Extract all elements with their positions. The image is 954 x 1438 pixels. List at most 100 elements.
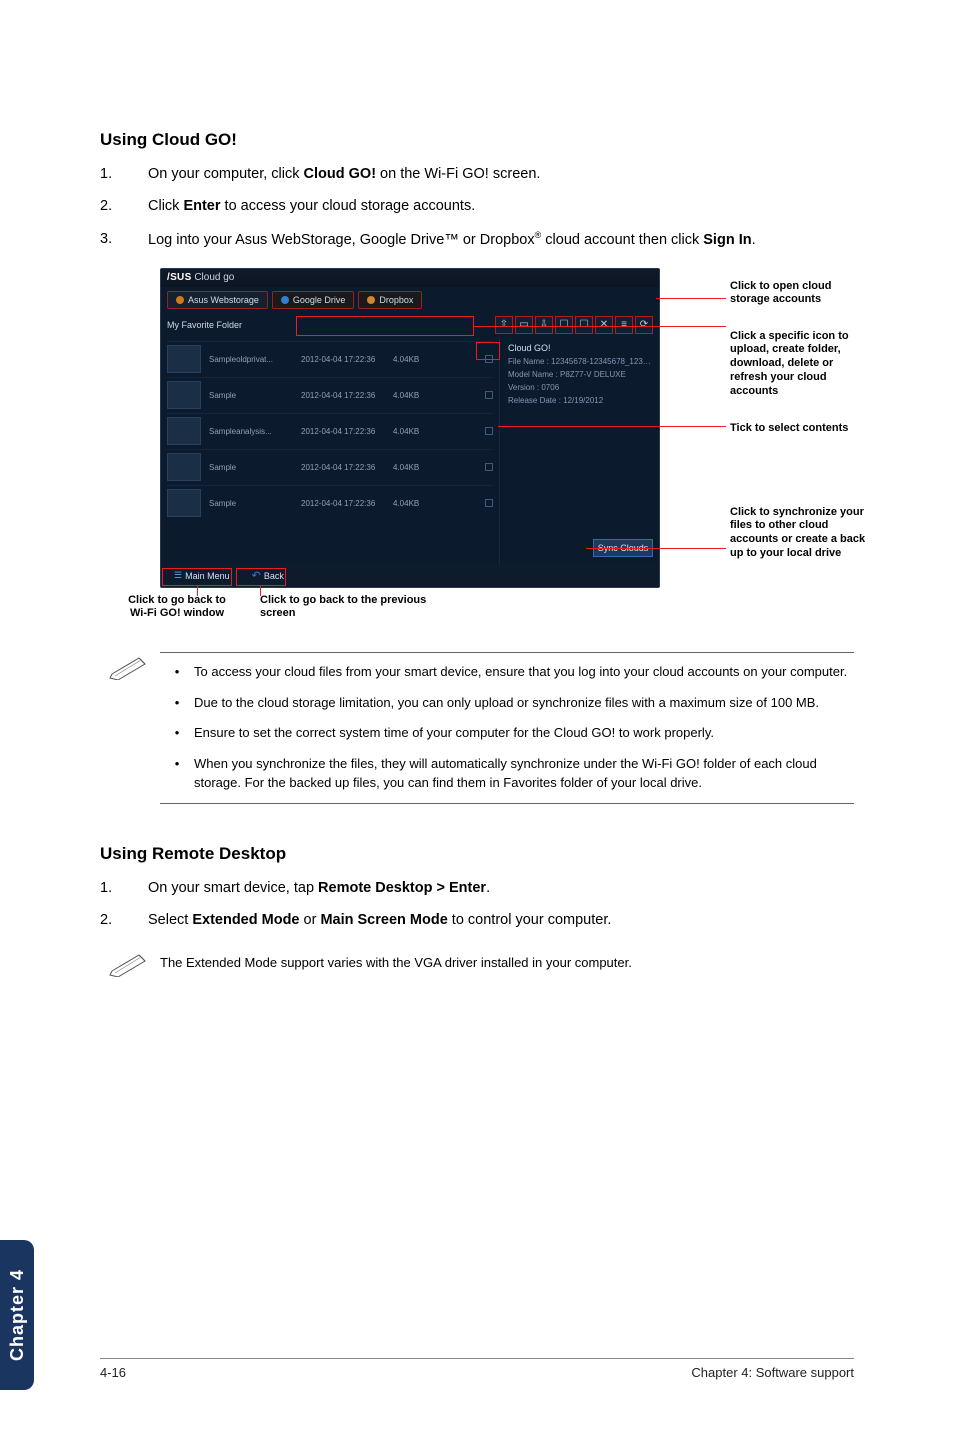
step-text: Click Enter to access your cloud storage… xyxy=(148,196,854,216)
info-line: File Name : 12345678-12345678_12345678 xyxy=(508,357,651,366)
callout-mainmenu: Click to go back to Wi-Fi GO! window xyxy=(122,594,232,622)
chapter-side-label: Chapter 4 xyxy=(7,1269,28,1361)
table-row[interactable]: Sampleanalysis... 2012-04-04 17:22:36 4.… xyxy=(167,413,493,449)
sync-clouds-button[interactable]: Sync Clouds xyxy=(593,539,653,557)
google-drive-icon xyxy=(281,296,289,304)
step-1-rd: 1. On your smart device, tap Remote Desk… xyxy=(100,878,854,898)
text: . xyxy=(486,880,490,896)
info-line: Release Date : 12/19/2012 xyxy=(508,396,651,405)
page-number: 4-16 xyxy=(100,1365,126,1380)
file-name: Sampleoldprivat... xyxy=(209,355,293,364)
cloud-tabs: Asus Webstorage Google Drive Dropbox xyxy=(161,287,659,313)
file-date: 2012-04-04 17:22:36 xyxy=(301,499,385,508)
note-text: To access your cloud files from your sma… xyxy=(194,663,854,682)
pencil-icon xyxy=(109,654,151,680)
annotation-line xyxy=(656,298,726,299)
callout-tick: Tick to select contents xyxy=(730,422,850,436)
text: Click xyxy=(148,198,183,214)
file-size: 4.04KB xyxy=(393,499,477,508)
refresh-icon[interactable]: ⟳ xyxy=(635,316,653,334)
callout-prev: Click to go back to the previous screen xyxy=(260,594,440,622)
step-text: On your smart device, tap Remote Desktop… xyxy=(148,878,854,898)
file-date: 2012-04-04 17:22:36 xyxy=(301,463,385,472)
table-row[interactable]: Sampleoldprivat... 2012-04-04 17:22:36 4… xyxy=(167,341,493,377)
table-row[interactable]: Sample 2012-04-04 17:22:36 4.04KB xyxy=(167,485,493,521)
note-text: Due to the cloud storage limitation, you… xyxy=(194,694,854,713)
chapter-title: Chapter 4: Software support xyxy=(691,1365,854,1380)
info-line: Model Name : P8Z77-V DELUXE xyxy=(508,370,651,379)
note-item: •When you synchronize the files, they wi… xyxy=(160,755,854,793)
step-number: 2. xyxy=(100,196,148,216)
note-item: •Due to the cloud storage limitation, yo… xyxy=(160,694,854,713)
text: to access your cloud storage accounts. xyxy=(221,198,476,214)
move-icon[interactable]: ☐ xyxy=(575,316,593,334)
text: Select xyxy=(148,912,192,928)
main-menu-button[interactable]: ☰ Main Menu xyxy=(167,567,237,584)
step-number: 1. xyxy=(100,164,148,184)
delete-icon[interactable]: ✕ xyxy=(595,316,613,334)
table-row[interactable]: Sample 2012-04-04 17:22:36 4.04KB xyxy=(167,377,493,413)
file-checkbox[interactable] xyxy=(485,391,493,399)
bullet: • xyxy=(160,724,194,743)
table-row[interactable]: Sample 2012-04-04 17:22:36 4.04KB xyxy=(167,449,493,485)
bold-text: Enter xyxy=(183,198,220,214)
steps-list-cloud-go: 1. On your computer, click Cloud GO! on … xyxy=(100,164,854,250)
file-date: 2012-04-04 17:22:36 xyxy=(301,355,385,364)
upload-icon[interactable]: ⇧ xyxy=(495,316,513,334)
file-list: Sampleoldprivat... 2012-04-04 17:22:36 4… xyxy=(161,337,499,565)
file-name: Sample xyxy=(209,391,293,400)
copy-icon[interactable]: ☐ xyxy=(555,316,573,334)
toolbar: My Favorite Folder ⇧ ▭ ⇩ ☐ ☐ ✕ ≡ ⟳ xyxy=(161,313,659,337)
tab-dropbox[interactable]: Dropbox xyxy=(358,291,422,309)
note-text-single: The Extended Mode support varies with th… xyxy=(160,949,854,977)
file-checkbox[interactable] xyxy=(485,355,493,363)
step-number: 1. xyxy=(100,878,148,898)
note-body: • To access your cloud files from your sm… xyxy=(160,652,854,804)
steps-list-remote-desktop: 1. On your smart device, tap Remote Desk… xyxy=(100,878,854,931)
download-icon[interactable]: ⇩ xyxy=(535,316,553,334)
file-checkbox[interactable] xyxy=(485,463,493,471)
file-date: 2012-04-04 17:22:36 xyxy=(301,427,385,436)
file-thumbnail xyxy=(167,345,201,373)
note-block-remote-desktop: The Extended Mode support varies with th… xyxy=(100,949,854,977)
step-2-rd: 2. Select Extended Mode or Main Screen M… xyxy=(100,910,854,930)
titlebar: /SUS Cloud go xyxy=(161,269,659,287)
note-text: When you synchronize the files, they wil… xyxy=(194,755,854,793)
tab-label: Google Drive xyxy=(293,295,346,305)
note-block-cloud-go: • To access your cloud files from your sm… xyxy=(100,652,854,804)
file-size: 4.04KB xyxy=(393,427,477,436)
bold-text: Extended Mode xyxy=(192,912,299,928)
file-thumbnail xyxy=(167,381,201,409)
title-text: Cloud go xyxy=(194,272,234,283)
select-all-icon[interactable]: ≡ xyxy=(615,316,633,334)
file-checkbox[interactable] xyxy=(485,427,493,435)
text: or xyxy=(300,912,321,928)
bold-text: Cloud GO! xyxy=(304,166,377,182)
tab-asus-webstorage[interactable]: Asus Webstorage xyxy=(167,291,268,309)
file-checkbox[interactable] xyxy=(485,499,493,507)
bold-text: Sign In xyxy=(703,231,751,247)
menu-icon: ☰ xyxy=(174,570,182,581)
file-size: 4.04KB xyxy=(393,391,477,400)
callout-toolbar: Click a specific icon to upload, create … xyxy=(730,330,870,399)
section-heading-cloud-go: Using Cloud GO! xyxy=(100,130,854,150)
note-icon-area xyxy=(100,949,160,977)
note-icon-area xyxy=(100,652,160,804)
file-thumbnail xyxy=(167,453,201,481)
file-name: Sampleanalysis... xyxy=(209,427,293,436)
file-size: 4.04KB xyxy=(393,355,477,364)
step-text: Log into your Asus WebStorage, Google Dr… xyxy=(148,229,854,250)
step-3: 3. Log into your Asus WebStorage, Google… xyxy=(100,229,854,250)
step-2: 2. Click Enter to access your cloud stor… xyxy=(100,196,854,216)
cloud-go-figure: /SUS Cloud go Asus Webstorage Google Dri… xyxy=(100,268,860,628)
tab-google-drive[interactable]: Google Drive xyxy=(272,291,355,309)
bottombar: ☰ Main Menu ↶ Back xyxy=(161,565,659,587)
file-size: 4.04KB xyxy=(393,463,477,472)
text: On your computer, click xyxy=(148,166,304,182)
back-button[interactable]: ↶ Back xyxy=(245,566,291,585)
tab-label: Dropbox xyxy=(379,295,413,305)
bullet: • xyxy=(160,755,194,793)
create-folder-icon[interactable]: ▭ xyxy=(515,316,533,334)
step-text: On your computer, click Cloud GO! on the… xyxy=(148,164,854,184)
info-panel: Cloud GO! File Name : 12345678-12345678_… xyxy=(499,337,659,565)
